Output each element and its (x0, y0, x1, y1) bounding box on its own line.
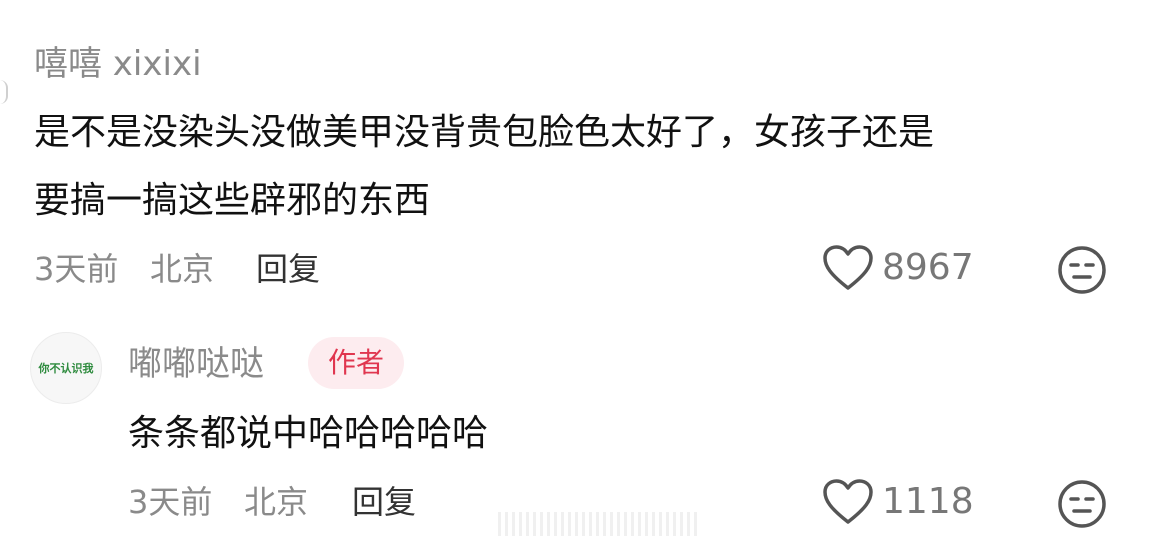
comment-username[interactable]: 嘻嘻 xixixi (34, 44, 202, 84)
dislike-button[interactable] (1057, 245, 1107, 295)
reply-button[interactable]: 回复 (256, 250, 320, 288)
heart-outline-icon (823, 479, 873, 524)
comment-location: 北京 (150, 250, 215, 288)
comment-text-line: 是不是没染头没做美甲没背贵包脸色太好了，女孩子还是 (34, 112, 935, 153)
like-count: 1118 (882, 481, 974, 522)
dislike-button[interactable] (1057, 479, 1107, 529)
like-count: 8967 (882, 247, 974, 288)
comment-time: 3天前 (34, 250, 119, 288)
comment-item: 嘻嘻 xixixi 是不是没染头没做美甲没背贵包脸色太好了，女孩子还是 要搞一搞… (0, 0, 1158, 320)
meh-face-icon (1058, 246, 1106, 294)
avatar[interactable]: 你不认识我 (30, 332, 102, 404)
watermark (498, 512, 698, 536)
comment-text-line: 条条都说中哈哈哈哈哈 (128, 413, 489, 454)
like-button[interactable]: 1118 (822, 478, 974, 526)
avatar-text: 你不认识我 (38, 362, 94, 375)
comment-text-line: 要搞一搞这些辟邪的东西 (34, 180, 431, 221)
author-badge: 作者 (308, 337, 404, 389)
heart-outline-icon (823, 245, 873, 290)
reply-button[interactable]: 回复 (352, 483, 416, 521)
meh-face-icon (1058, 480, 1106, 528)
comment-location: 北京 (244, 483, 309, 521)
comment-username[interactable]: 嘟嘟哒哒 (128, 344, 264, 384)
like-button[interactable]: 8967 (822, 244, 974, 292)
comment-time: 3天前 (128, 483, 213, 521)
